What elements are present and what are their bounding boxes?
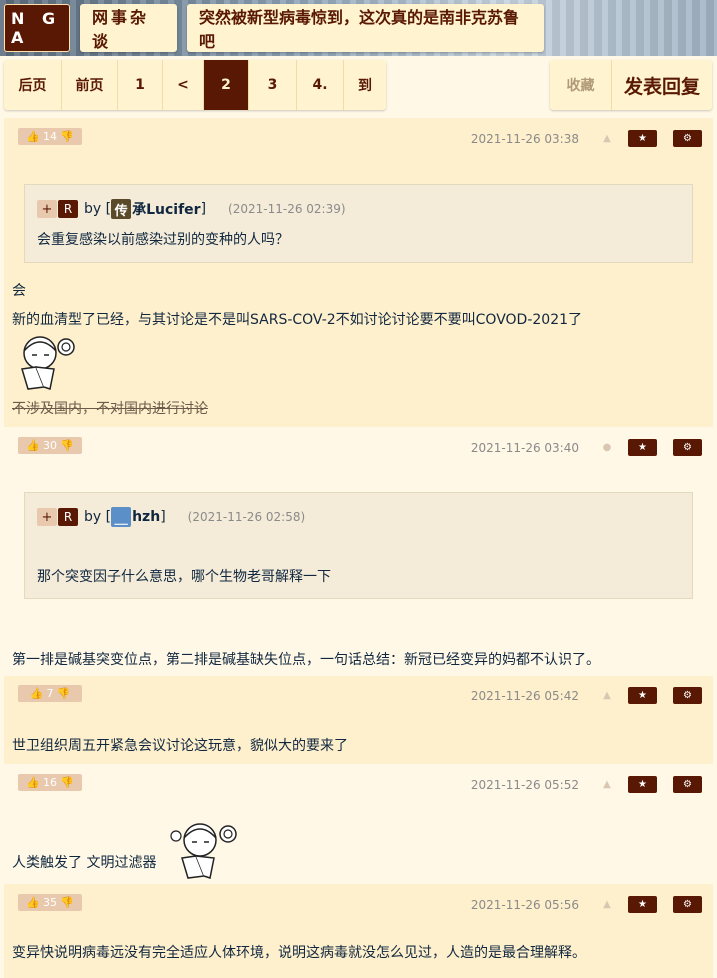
post-date: 2021-11-26 03:40	[470, 441, 579, 455]
favorite-button[interactable]: 收藏	[550, 60, 612, 110]
thumb-up-icon[interactable]: 👍	[30, 687, 44, 700]
reply-badge-icon[interactable]: R	[58, 508, 78, 526]
post-text: 人类触发了 文明过滤器	[12, 855, 157, 871]
post-text: 第一排是碱基突变位点，第二排是碱基缺失位点，一句话总结：新冠已经变异的妈都不认识…	[12, 652, 600, 668]
quote-time: (2021-11-26 02:39)	[228, 202, 346, 216]
post-item: 👍 14 👎 2021-11-26 03:38 ▲ ★ ⚙ + Rby [传承Luci…	[4, 118, 713, 427]
page-1-button[interactable]: 1	[118, 60, 163, 110]
plus-icon[interactable]: +	[37, 200, 57, 218]
quote-time: (2021-11-26 02:58)	[187, 510, 306, 524]
thumb-down-icon[interactable]: 👎	[60, 439, 74, 452]
post-date: 2021-11-26 05:52	[470, 778, 579, 792]
vote-count: 30	[43, 439, 57, 452]
vote-count: 16	[43, 776, 57, 789]
page-2-button[interactable]: 2	[204, 60, 249, 110]
quote-text: 会重复感染以前感染过别的变种的人吗？	[37, 232, 289, 248]
apple-icon: ●	[602, 442, 612, 453]
thumb-down-icon[interactable]: 👎	[60, 130, 74, 143]
vote-count: 35	[43, 896, 57, 909]
thumb-up-icon[interactable]: 👍	[26, 776, 40, 789]
plus-icon[interactable]: +	[37, 508, 57, 526]
post-text: 新的血清型了已经，与其讨论是不是叫SARS-COV-2不如讨论讨论要不要叫COV…	[12, 312, 583, 328]
post-signature: 不涉及国内，不对国内进行讨论	[12, 401, 208, 417]
star-button[interactable]: ★	[628, 130, 657, 147]
quote-by: by	[84, 201, 102, 217]
post-item: 👍 16 👎 2021-11-26 05:52 ▲ ★ ⚙ 人类触发了 文明过滤器	[4, 764, 713, 884]
gear-button[interactable]: ⚙	[673, 439, 702, 456]
post-item: 👍 35 👎 2021-11-26 05:56 ▲ ★ ⚙ 变异快说明病毒远没有完全…	[4, 884, 713, 978]
quote-text: 那个突变因子什么意思，哪个生物老哥解释一下	[37, 569, 331, 585]
star-button[interactable]: ★	[628, 687, 657, 704]
post-date: 2021-11-26 05:56	[470, 898, 579, 912]
quote-header: + Rby [＿ hzh] (2021-11-26 02:58)	[37, 507, 305, 527]
user-avatar: ＿	[111, 507, 132, 527]
quote-block: + Rby [传承Lucifer] (2021-11-26 02:39) 会重复感染…	[24, 184, 693, 263]
star-button[interactable]: ★	[628, 896, 657, 913]
gear-button[interactable]: ⚙	[673, 896, 702, 913]
vote-bar[interactable]: 👍 14 👎	[18, 128, 82, 145]
gear-button[interactable]: ⚙	[673, 130, 702, 147]
star-button[interactable]: ★	[628, 776, 657, 793]
vote-bar[interactable]: 👍 7 👎	[18, 685, 82, 702]
gear-button[interactable]: ⚙	[673, 776, 702, 793]
user-avatar: 传	[111, 199, 132, 219]
post-item: 👍 7 👎 2021-11-26 05:42 ▲ ★ ⚙ 世卫组织周五开紧急会议讨论…	[4, 676, 713, 764]
vote-bar[interactable]: 👍 30 👎	[18, 437, 82, 454]
reply-button[interactable]: 发表回复	[612, 60, 712, 110]
quote-by: by	[84, 509, 102, 525]
page-3-button[interactable]: 3	[249, 60, 297, 110]
page-next-button[interactable]: 后页	[4, 60, 62, 110]
vote-bar[interactable]: 👍 35 👎	[18, 894, 82, 911]
thumb-down-icon[interactable]: 👎	[60, 896, 74, 909]
sticker-image	[21, 336, 75, 390]
post-item: 👍 30 👎 2021-11-26 03:40 ● ★ ⚙ + Rby [＿ hzh](…	[4, 427, 713, 676]
vote-count: 14	[43, 130, 57, 143]
breadcrumb-board[interactable]: 网事杂谈	[80, 4, 177, 52]
android-icon: ▲	[603, 779, 611, 790]
gear-button[interactable]: ⚙	[673, 687, 702, 704]
post-date: 2021-11-26 05:42	[470, 689, 579, 703]
vote-count: 7	[46, 687, 54, 700]
pagination: 后页 前页 1 < 2 3 4. 到	[4, 60, 386, 110]
vote-bar[interactable]: 👍 16 👎	[18, 774, 82, 791]
reply-badge-icon[interactable]: R	[58, 200, 78, 218]
post-date: 2021-11-26 03:38	[470, 132, 579, 146]
star-button[interactable]: ★	[628, 439, 657, 456]
thumb-down-icon[interactable]: 👎	[60, 776, 74, 789]
page-goto-button[interactable]: 到	[344, 60, 386, 110]
android-icon: ▲	[603, 690, 611, 701]
breadcrumb-topic[interactable]: 突然被新型病毒惊到，这次真的是南非克苏鲁吧	[187, 4, 544, 52]
quote-author[interactable]: 承Lucifer	[132, 199, 200, 219]
post-text: 会	[12, 283, 26, 299]
android-icon: ▲	[603, 133, 611, 144]
sticker-image	[170, 823, 237, 879]
post-text: 变异快说明病毒远没有完全适应人体环境，说明这病毒就没怎么见过，人造的是最合理解释…	[12, 945, 586, 961]
thumb-down-icon[interactable]: 👎	[57, 687, 71, 700]
quote-header: + Rby [传承Lucifer] (2021-11-26 02:39)	[37, 199, 346, 219]
topic-actions: 收藏 发表回复	[550, 60, 712, 110]
post-text: 世卫组织周五开紧急会议讨论这玩意，貌似大的要来了	[12, 738, 348, 754]
thumb-up-icon[interactable]: 👍	[26, 130, 40, 143]
thumb-up-icon[interactable]: 👍	[26, 439, 40, 452]
android-icon: ▲	[603, 899, 611, 910]
page-4-button[interactable]: 4.	[297, 60, 344, 110]
quote-author[interactable]: hzh	[132, 509, 160, 525]
quote-block: + Rby [＿ hzh] (2021-11-26 02:58) 那个突变因子什么意思…	[24, 492, 693, 599]
thumb-up-icon[interactable]: 👍	[26, 896, 40, 909]
site-logo[interactable]: N G A	[4, 4, 70, 52]
page-back-button[interactable]: <	[163, 60, 204, 110]
page-prev-button[interactable]: 前页	[62, 60, 118, 110]
